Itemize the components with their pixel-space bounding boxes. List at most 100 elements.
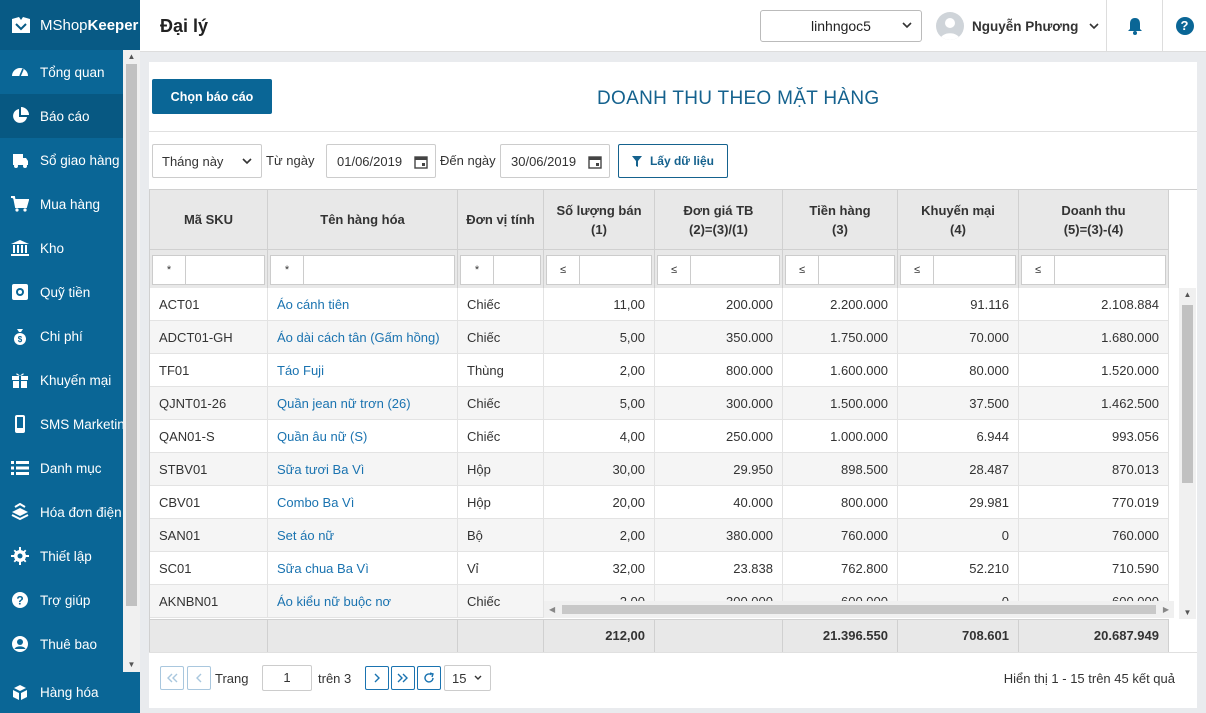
sidebar-item-hang-hoa[interactable]: Hàng hóa: [0, 672, 140, 713]
grid-body[interactable]: ACT01 Áo cánh tiên Chiếc 11,00 200.000 2.200.…: [149, 288, 1169, 619]
choose-report-button[interactable]: Chọn báo cáo: [152, 79, 272, 114]
product-link[interactable]: Áo cánh tiên: [268, 288, 458, 321]
app-logo[interactable]: MShop Keeper: [0, 0, 140, 50]
column-header-6[interactable]: Khuyến mại (4): [898, 190, 1019, 249]
cart-icon: [10, 194, 30, 214]
filter-operator[interactable]: *: [153, 256, 186, 284]
filter-operator[interactable]: ≤: [658, 256, 691, 284]
scroll-thumb[interactable]: [126, 64, 137, 606]
column-header-5[interactable]: Tiền hàng (3): [783, 190, 898, 249]
page-number-input[interactable]: 1: [262, 665, 312, 691]
calendar-icon[interactable]: [414, 155, 428, 169]
store-selector[interactable]: linhngoc5: [760, 10, 922, 42]
filter-operator[interactable]: *: [461, 256, 494, 284]
calendar-icon[interactable]: [588, 155, 602, 169]
sidebar-item-0[interactable]: Tổng quan: [0, 50, 123, 94]
sidebar-item-9[interactable]: Danh mục: [0, 446, 123, 490]
filter-operator[interactable]: *: [271, 256, 304, 284]
user-menu[interactable]: Nguyễn Phương: [936, 10, 1100, 42]
filter-input[interactable]: [304, 256, 454, 284]
prev-page-button[interactable]: [187, 666, 211, 690]
notification-button[interactable]: [1106, 0, 1162, 52]
product-link[interactable]: Sữa chua Ba Vì: [268, 552, 458, 585]
table-row[interactable]: CBV01 Combo Ba Vì Hộp 20,00 40.000 800.000 29.…: [150, 486, 1169, 519]
table-row[interactable]: QAN01-S Quần âu nữ (S) Chiếc 4,00 250.000 1.0…: [150, 420, 1169, 453]
filter-input[interactable]: [934, 256, 1015, 284]
scroll-thumb[interactable]: [1182, 305, 1193, 483]
sidebar-item-10[interactable]: Hóa đơn điện tử: [0, 490, 123, 534]
filter-input[interactable]: [494, 256, 540, 284]
product-link[interactable]: Combo Ba Vì: [268, 486, 458, 519]
grid-vertical-scrollbar[interactable]: ▲ ▼: [1179, 288, 1196, 619]
fetch-data-button[interactable]: Lấy dữ liệu: [618, 144, 728, 178]
filter-operator[interactable]: ≤: [547, 256, 580, 284]
sidebar-item-11[interactable]: Thiết lập: [0, 534, 123, 578]
product-link[interactable]: Quần jean nữ trơn (26): [268, 387, 458, 420]
filter-input[interactable]: [691, 256, 779, 284]
filter-input[interactable]: [580, 256, 651, 284]
table-row[interactable]: ACT01 Áo cánh tiên Chiếc 11,00 200.000 2.200.…: [150, 288, 1169, 321]
table-cell: Hộp: [458, 453, 544, 486]
period-select[interactable]: Tháng này: [152, 144, 262, 178]
filter-operator[interactable]: ≤: [786, 256, 819, 284]
column-header-0[interactable]: Mã SKU: [150, 190, 268, 249]
table-row[interactable]: STBV01 Sữa tươi Ba Vì Hộp 30,00 29.950 898.50…: [150, 453, 1169, 486]
sidebar-item-3[interactable]: Mua hàng: [0, 182, 123, 226]
sidebar-item-2[interactable]: Sổ giao hàng: [0, 138, 123, 182]
sidebar-item-5[interactable]: Quỹ tiền: [0, 270, 123, 314]
scroll-down-arrow[interactable]: ▼: [1179, 608, 1196, 617]
table-cell: 200.000: [655, 288, 783, 321]
product-link[interactable]: Quần âu nữ (S): [268, 420, 458, 453]
sidebar-item-4[interactable]: Kho: [0, 226, 123, 270]
table-cell: Vỉ: [458, 552, 544, 585]
product-link[interactable]: Áo dài cách tân (Gấm hồng): [268, 321, 458, 354]
column-header-4[interactable]: Đơn giá TB (2)=(3)/(1): [655, 190, 783, 249]
product-link[interactable]: Áo kiểu nữ buộc nơ: [268, 585, 458, 618]
sidebar-item-8[interactable]: SMS Marketing: [0, 402, 123, 446]
table-row[interactable]: QJNT01-26 Quần jean nữ trơn (26) Chiếc 5,00…: [150, 387, 1169, 420]
scroll-right-arrow[interactable]: ▶: [1163, 601, 1169, 618]
product-link[interactable]: Set áo nữ: [268, 519, 458, 552]
table-row[interactable]: SAN01 Set áo nữ Bộ 2,00 380.000 760.000 0 760.0…: [150, 519, 1169, 552]
first-page-button[interactable]: [160, 666, 184, 690]
page-size-select[interactable]: 15: [444, 665, 491, 691]
column-header-3[interactable]: Số lượng bán (1): [544, 190, 655, 249]
sidebar-item-13[interactable]: Thuê bao: [0, 622, 123, 666]
filter-input[interactable]: [819, 256, 894, 284]
table-row[interactable]: SC01 Sữa chua Ba Vì Vỉ 32,00 23.838 762.800 52…: [150, 552, 1169, 585]
last-page-button[interactable]: [391, 666, 415, 690]
help-button[interactable]: ?: [1162, 0, 1206, 52]
scroll-down-arrow[interactable]: ▼: [123, 658, 140, 672]
filter-input[interactable]: [186, 256, 264, 284]
from-date-input[interactable]: 01/06/2019: [326, 144, 436, 178]
filter-operator[interactable]: ≤: [1022, 256, 1055, 284]
next-page-button[interactable]: [365, 666, 389, 690]
scroll-up-arrow[interactable]: ▲: [1179, 290, 1196, 299]
column-header-1[interactable]: Tên hàng hóa: [268, 190, 458, 249]
sidebar-scrollbar[interactable]: ▲ ▼: [123, 50, 140, 672]
filter-input[interactable]: [1055, 256, 1165, 284]
sidebar-item-7[interactable]: Khuyến mại: [0, 358, 123, 402]
refresh-button[interactable]: [417, 666, 441, 690]
table-row[interactable]: TF01 Táo Fuji Thùng 2,00 800.000 1.600.000 80.…: [150, 354, 1169, 387]
filter-operator[interactable]: ≤: [901, 256, 934, 284]
table-cell: 70.000: [898, 321, 1019, 354]
table-row[interactable]: ADCT01-GH Áo dài cách tân (Gấm hồng) Chiếc…: [150, 321, 1169, 354]
sidebar-item-12[interactable]: ? Trợ giúp: [0, 578, 123, 622]
scroll-left-arrow[interactable]: ◀: [549, 601, 555, 618]
scroll-up-arrow[interactable]: ▲: [123, 50, 140, 64]
scroll-thumb[interactable]: [562, 605, 1156, 614]
sidebar-item-1[interactable]: Báo cáo: [0, 94, 123, 138]
grid-horizontal-scrollbar[interactable]: ◀ ▶: [544, 601, 1174, 618]
filter-box: *: [152, 255, 265, 285]
table-cell: 898.500: [783, 453, 898, 486]
table-cell: 770.019: [1019, 486, 1169, 519]
table-cell: SAN01: [150, 519, 268, 552]
column-header-2[interactable]: Đơn vị tính: [458, 190, 544, 249]
product-link[interactable]: Sữa tươi Ba Vì: [268, 453, 458, 486]
to-date-input[interactable]: 30/06/2019: [500, 144, 610, 178]
table-cell: 23.838: [655, 552, 783, 585]
sidebar-item-6[interactable]: $ Chi phí: [0, 314, 123, 358]
product-link[interactable]: Táo Fuji: [268, 354, 458, 387]
column-header-7[interactable]: Doanh thu (5)=(3)-(4): [1019, 190, 1169, 249]
